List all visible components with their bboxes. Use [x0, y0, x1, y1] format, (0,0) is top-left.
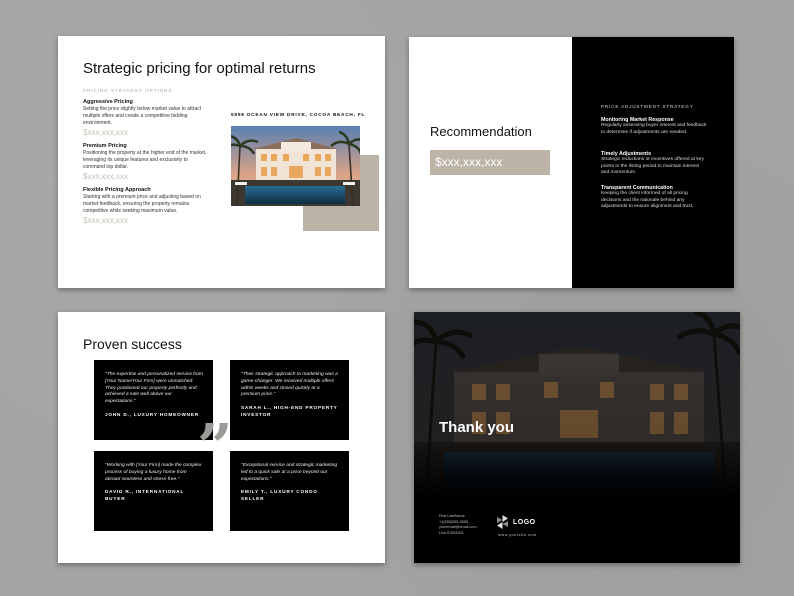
- strategy-item: Monitoring Market Response Regularly ass…: [601, 117, 707, 136]
- option-heading: Aggressive Pricing: [83, 99, 133, 105]
- testimonial-quote: "Their strategic approach to marketing w…: [241, 372, 338, 398]
- slide-title: Proven success: [83, 336, 182, 352]
- testimonial-card: "Exceptional service and strategic marke…: [230, 451, 349, 531]
- slide-proven-success[interactable]: Proven success "The expertise and person…: [58, 312, 385, 563]
- property-night-photo: [414, 312, 740, 498]
- testimonial-author: DAVID R., INTERNATIONAL BUYER: [105, 489, 185, 501]
- strategy-description: Strategic reductions or incentives offer…: [601, 157, 704, 176]
- slide-thank-you[interactable]: Thank you First LastName +1(555)555.5555…: [414, 312, 740, 563]
- strategy-item: Transparent Communication Keeping the cl…: [601, 185, 707, 211]
- property-address: 5898 OCEAN VIEW DRIVE, COCOA BEACH, FL: [231, 112, 366, 117]
- option-description: Positioning the property at the higher e…: [83, 150, 207, 170]
- recommendation-heading: Recommendation: [430, 124, 532, 139]
- contact-info: First LastName +1(555)555.5555 youremail…: [439, 514, 477, 536]
- property-photo: [231, 126, 360, 206]
- testimonial-quote: "Working with [Your Firm] made the compl…: [105, 463, 202, 482]
- testimonial-quote: "Exceptional service and strategic marke…: [241, 463, 338, 482]
- testimonial-card: "The expertise and personalized service …: [94, 360, 213, 440]
- slide-recommendation[interactable]: Recommendation $xxx,xxx,xxx PRICE ADJUST…: [409, 37, 734, 288]
- strategy-description: Regularly assessing buyer interest and f…: [601, 123, 707, 135]
- testimonial-author: EMILY T., LUXURY CONDO SELLER: [241, 489, 318, 501]
- panel-label: PRICE ADJUSTMENT STRATEGY: [601, 104, 694, 109]
- option-heading: Flexible Pricing Approach: [83, 187, 151, 193]
- house-image: [414, 312, 740, 498]
- website-link[interactable]: www.yoursite.com: [498, 532, 537, 537]
- option-price: $xxx,xxx,xxx: [83, 216, 128, 225]
- slide-title: Strategic pricing for optimal returns: [83, 60, 316, 77]
- pricing-option-premium: Premium Pricing Positioning the property…: [83, 143, 211, 181]
- contact-license: Lic# 87654321: [439, 530, 464, 535]
- logo-text: LOGO: [513, 518, 536, 526]
- option-price: $xxx,xxx,xxx: [83, 128, 128, 137]
- option-heading: Premium Pricing: [83, 143, 127, 149]
- contact-email: youremail@email.com: [439, 525, 477, 529]
- option-description: Setting the price slightly below market …: [83, 106, 202, 126]
- logo-icon: [497, 515, 508, 529]
- house-image: [231, 126, 360, 206]
- testimonial-quote: "The expertise and personalized service …: [105, 372, 203, 405]
- testimonial-author: JOHN D., LUXURY HOMEOWNER: [105, 411, 199, 417]
- strategy-panel: PRICE ADJUSTMENT STRATEGY Monitoring Mar…: [572, 37, 734, 288]
- thank-you-heading: Thank you: [439, 419, 515, 436]
- option-description: Starting with a premium price and adjust…: [83, 194, 201, 214]
- slide-pricing-strategy[interactable]: Strategic pricing for optimal returns PR…: [58, 36, 385, 288]
- testimonial-author: SARAH L., HIGH-END PROPERTY INVESTOR: [241, 405, 338, 417]
- option-price: $xxx,xxx,xxx: [83, 172, 128, 181]
- pricing-option-aggressive: Aggressive Pricing Setting the price sli…: [83, 99, 211, 137]
- recommended-price: $xxx,xxx,xxx: [430, 150, 550, 175]
- logo: LOGO: [497, 515, 536, 529]
- testimonial-card: "Working with [Your Firm] made the compl…: [94, 451, 213, 531]
- strategy-item: Timely Adjustments Strategic reductions …: [601, 151, 707, 177]
- testimonial-card: "Their strategic approach to marketing w…: [230, 360, 349, 440]
- strategy-description: Keeping the client informed of all prici…: [601, 191, 694, 210]
- quote-mark-icon: ”: [197, 410, 233, 483]
- pricing-option-flexible: Flexible Pricing Approach Starting with …: [83, 187, 211, 225]
- section-label: PRICING STRATEGY OPTIONS: [83, 88, 173, 93]
